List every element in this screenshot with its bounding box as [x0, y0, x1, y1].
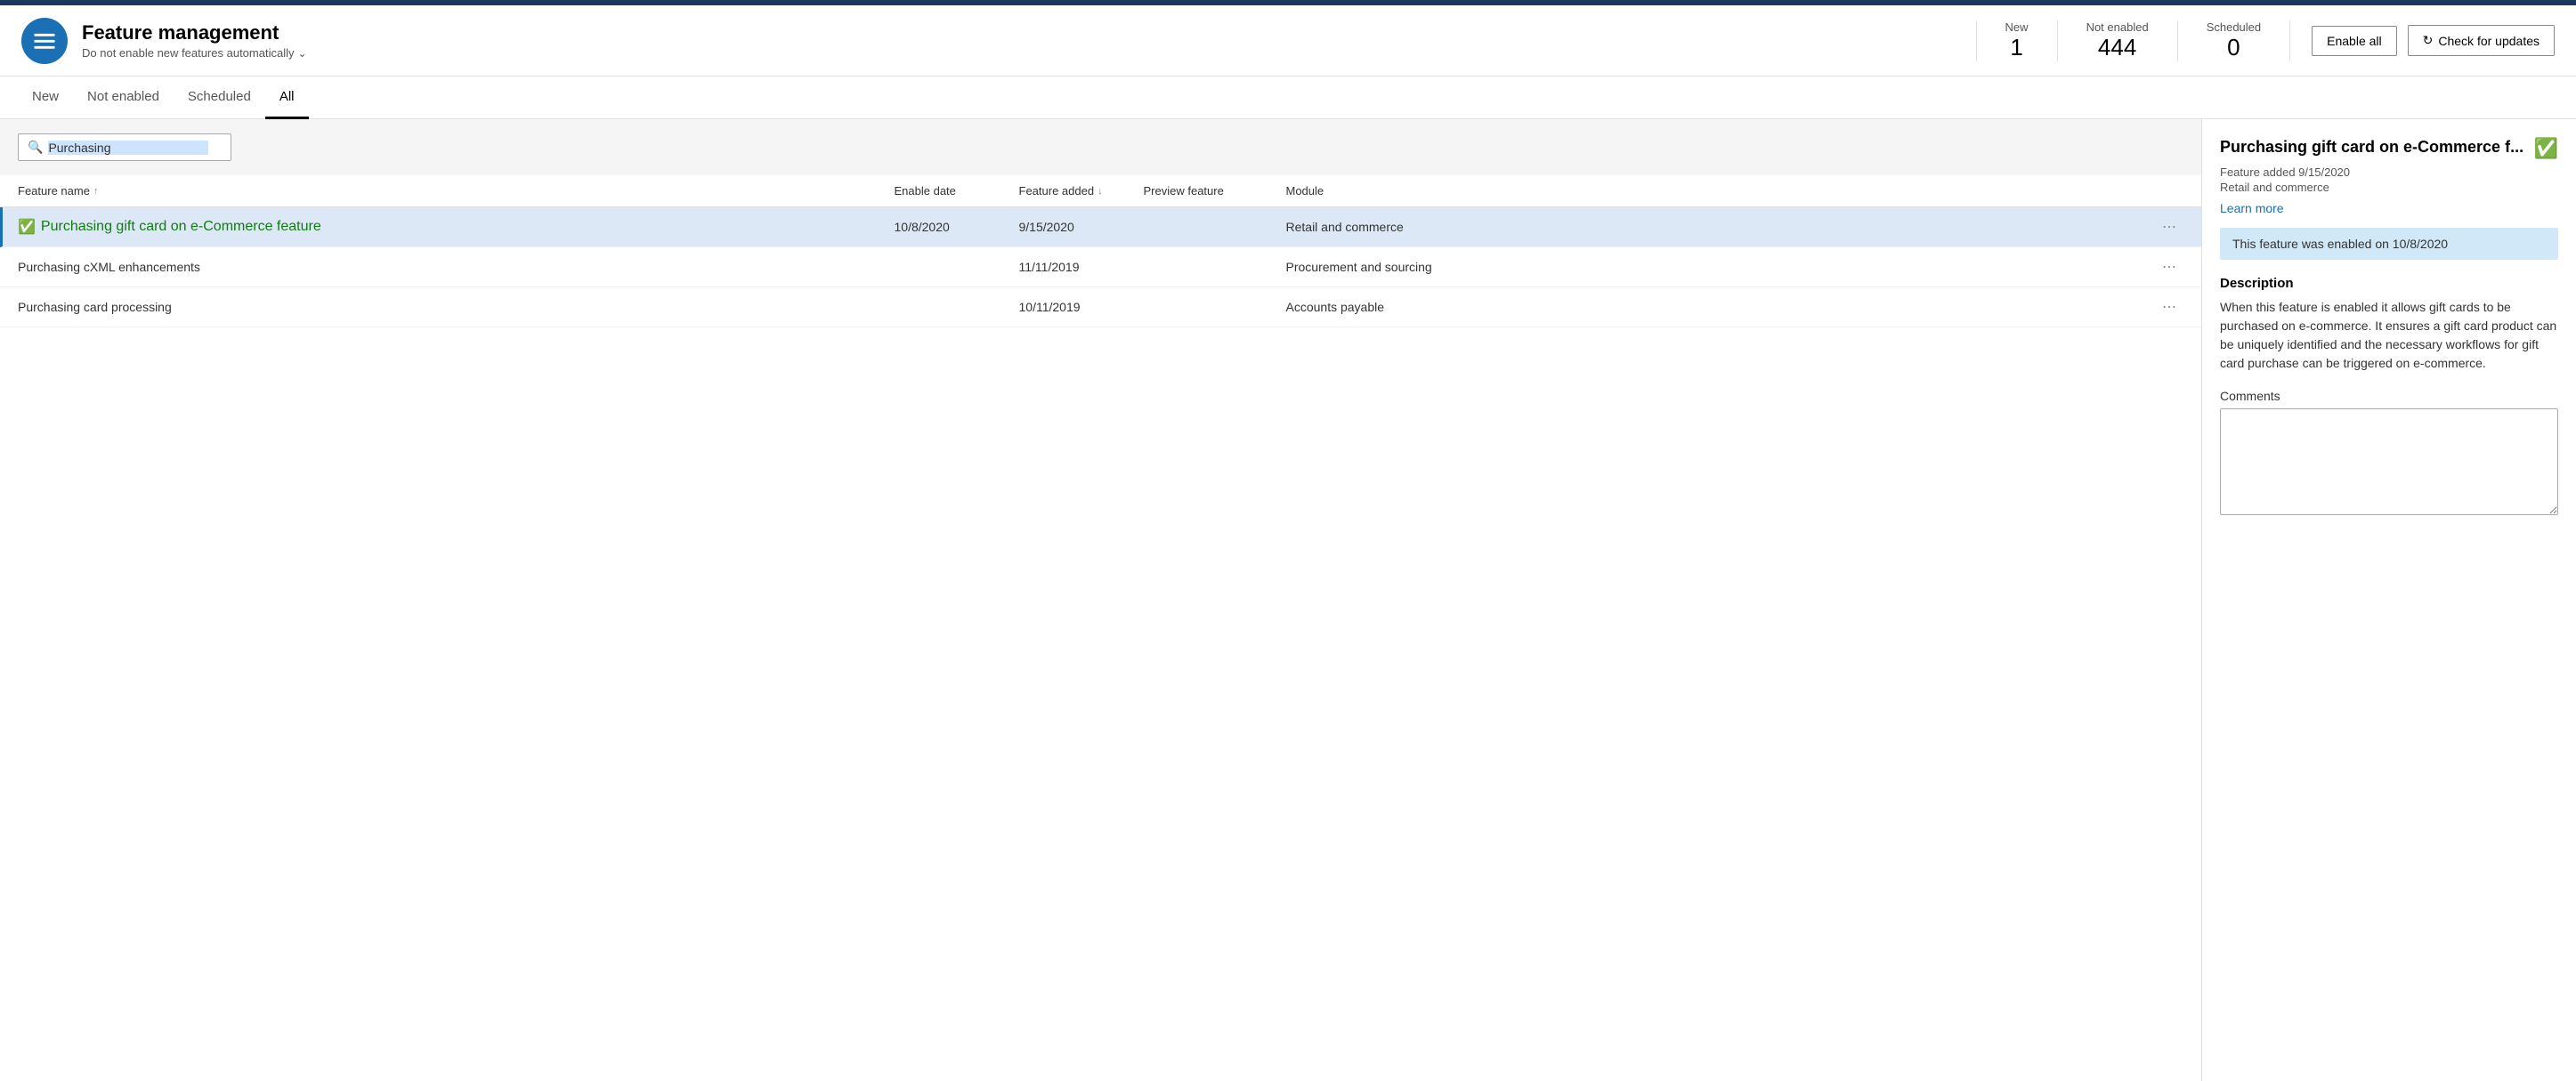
detail-header: Purchasing gift card on e-Commerce f... … [2220, 137, 2558, 160]
stat-scheduled-label: Scheduled [2207, 20, 2261, 34]
table-row[interactable]: Purchasing card processing 10/11/2019 Ac… [0, 287, 2201, 327]
left-panel: 🔍 Feature name ↑ Enable date Feature add… [0, 119, 2202, 1081]
row-1-feature-name: ✅ Purchasing gift card on e-Commerce fea… [18, 218, 895, 236]
learn-more-link[interactable]: Learn more [2220, 201, 2558, 215]
enabled-check-icon: ✅ [18, 218, 36, 236]
row-3-feature-name: Purchasing card processing [18, 300, 895, 314]
row-2-menu-icon[interactable]: ⋯ [2162, 258, 2183, 276]
page-title: Feature management [82, 21, 1976, 44]
row-3-module: Accounts payable [1286, 300, 2163, 314]
feature-enabled-banner: This feature was enabled on 10/8/2020 [2220, 228, 2558, 260]
header-actions: Enable all ↻ Check for updates [2312, 25, 2555, 56]
comments-input[interactable] [2220, 408, 2558, 515]
detail-module: Retail and commerce [2220, 181, 2558, 194]
chevron-down-icon: ⌄ [297, 47, 306, 60]
tab-new[interactable]: New [18, 77, 73, 119]
app-logo [21, 18, 68, 64]
stat-new[interactable]: New 1 [1976, 20, 2058, 61]
enable-all-button[interactable]: Enable all [2312, 26, 2397, 56]
row-1-menu-icon[interactable]: ⋯ [2162, 218, 2183, 236]
stat-new-label: New [2005, 20, 2029, 34]
tab-all[interactable]: All [265, 77, 309, 119]
tab-scheduled[interactable]: Scheduled [174, 77, 265, 119]
sort-desc-icon: ↓ [1098, 186, 1103, 197]
header-title-block: Feature management Do not enable new fea… [82, 21, 1976, 60]
detail-feature-added: Feature added 9/15/2020 [2220, 165, 2558, 179]
detail-enabled-icon: ✅ [2534, 137, 2558, 160]
table-row[interactable]: Purchasing cXML enhancements 11/11/2019 … [0, 247, 2201, 287]
stat-scheduled-value: 0 [2227, 34, 2240, 61]
header: Feature management Do not enable new fea… [0, 5, 2576, 77]
row-2-feature-name: Purchasing cXML enhancements [18, 260, 895, 274]
subtitle-text: Do not enable new features automatically [82, 46, 294, 60]
col-feature-added[interactable]: Feature added ↓ [1019, 184, 1144, 198]
check-for-updates-button[interactable]: ↻ Check for updates [2408, 25, 2555, 56]
detail-description: When this feature is enabled it allows g… [2220, 298, 2558, 373]
col-feature-name[interactable]: Feature name ↑ [18, 184, 895, 198]
row-2-module: Procurement and sourcing [1286, 260, 2163, 274]
menu-icon [32, 28, 57, 53]
row-3-feature-added: 10/11/2019 [1019, 300, 1144, 314]
search-input[interactable] [48, 141, 208, 155]
feature-table: Feature name ↑ Enable date Feature added… [0, 175, 2201, 1081]
check-for-updates-label: Check for updates [2438, 34, 2540, 48]
auto-enable-toggle[interactable]: Do not enable new features automatically… [82, 46, 1976, 60]
col-preview-feature: Preview feature [1144, 184, 1286, 198]
stat-scheduled[interactable]: Scheduled 0 [2178, 20, 2290, 61]
table-row[interactable]: ✅ Purchasing gift card on e-Commerce fea… [0, 207, 2201, 247]
col-module: Module [1286, 184, 2163, 198]
col-enable-date[interactable]: Enable date [895, 184, 1019, 198]
comments-label: Comments [2220, 389, 2558, 403]
enable-all-label: Enable all [2327, 34, 2382, 48]
stat-not-enabled[interactable]: Not enabled 444 [2058, 20, 2178, 61]
row-2-feature-added: 11/11/2019 [1019, 260, 1144, 274]
col-overflow [2162, 184, 2183, 198]
row-1-module: Retail and commerce [1286, 220, 2163, 234]
search-icon: 🔍 [28, 140, 43, 155]
sort-asc-icon: ↑ [93, 186, 99, 197]
nav-tabs: New Not enabled Scheduled All [0, 77, 2576, 119]
row-3-menu-icon[interactable]: ⋯ [2162, 298, 2183, 316]
stat-not-enabled-label: Not enabled [2086, 20, 2149, 34]
table-header: Feature name ↑ Enable date Feature added… [0, 175, 2201, 207]
refresh-icon: ↻ [2423, 33, 2434, 48]
row-1-feature-added: 9/15/2020 [1019, 220, 1144, 234]
header-stats: New 1 Not enabled 444 Scheduled 0 [1976, 20, 2291, 61]
tab-not-enabled[interactable]: Not enabled [73, 77, 174, 119]
main-container: 🔍 Feature name ↑ Enable date Feature add… [0, 119, 2576, 1081]
row-1-enable-date: 10/8/2020 [895, 220, 1019, 234]
description-section-title: Description [2220, 276, 2558, 291]
search-bar: 🔍 [0, 119, 2201, 175]
stat-not-enabled-value: 444 [2098, 34, 2136, 61]
search-wrapper: 🔍 [18, 133, 231, 161]
right-panel: Purchasing gift card on e-Commerce f... … [2202, 119, 2576, 1081]
stat-new-value: 1 [2010, 34, 2022, 61]
detail-title: Purchasing gift card on e-Commerce f... [2220, 137, 2527, 157]
